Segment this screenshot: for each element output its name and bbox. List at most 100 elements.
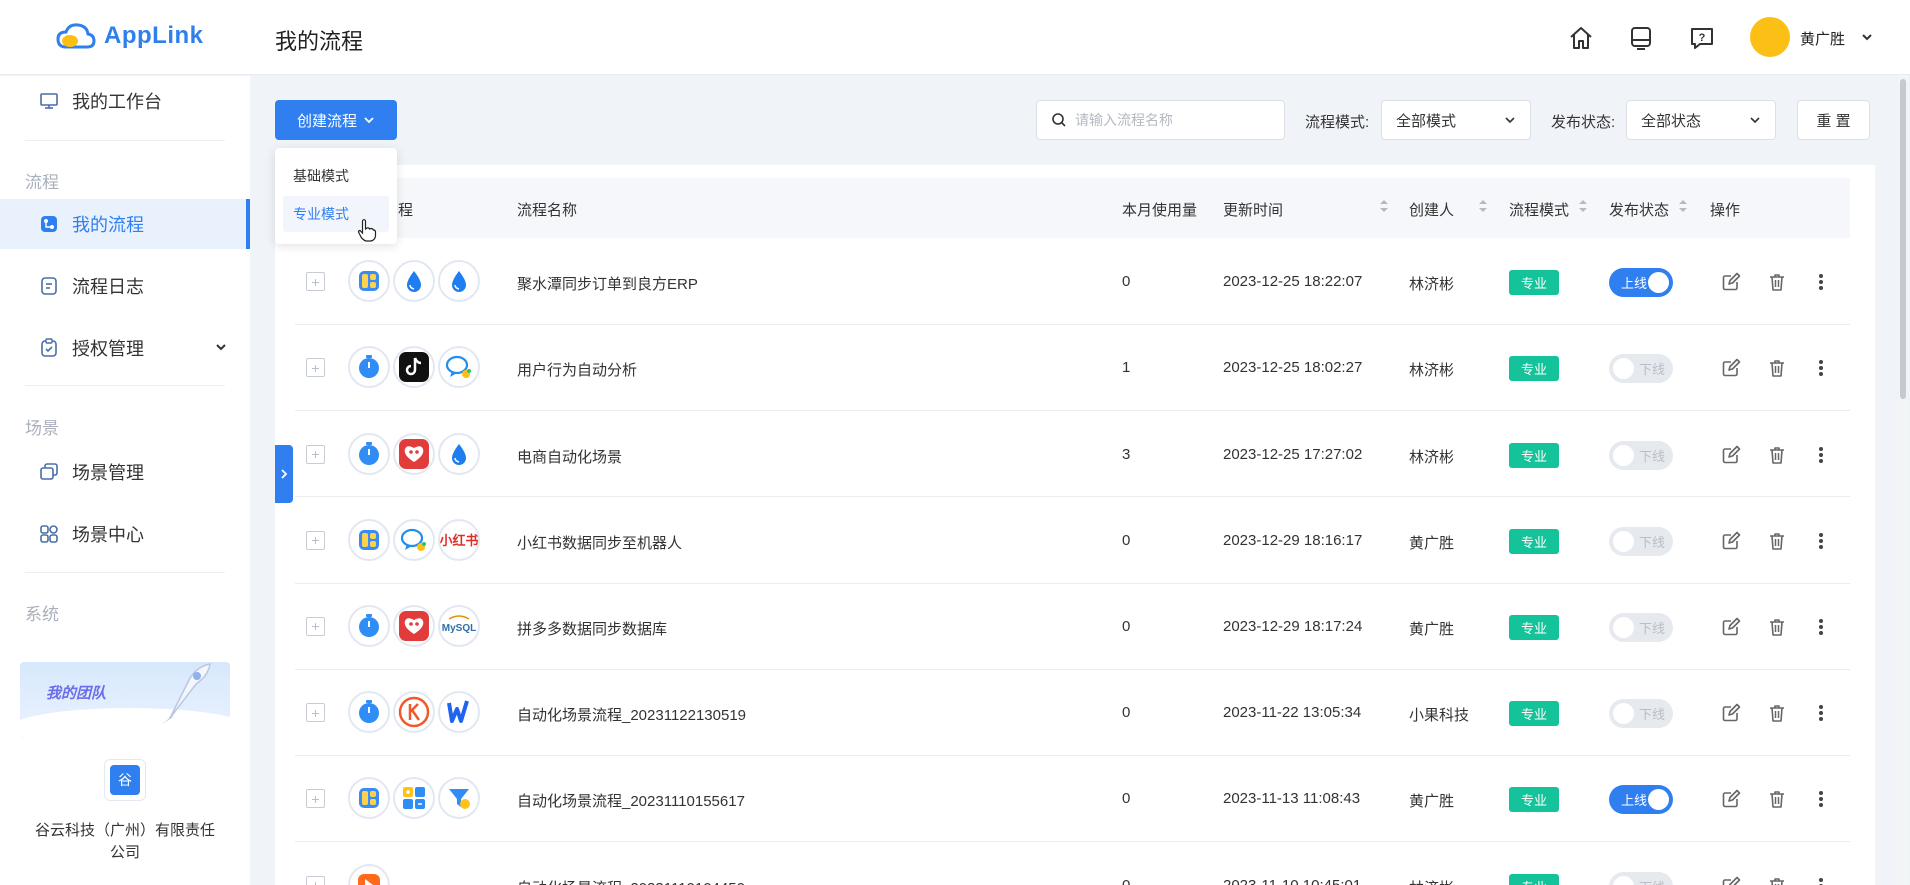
publish-toggle[interactable]: 上线	[1609, 268, 1673, 298]
expand-row-icon[interactable]: +	[306, 358, 325, 378]
sidebar-item-workbench[interactable]: 我的工作台	[0, 76, 250, 126]
delete-icon[interactable]	[1765, 356, 1789, 380]
publish-toggle[interactable]: 下线	[1609, 699, 1673, 729]
delete-icon[interactable]	[1765, 529, 1789, 553]
reset-button[interactable]: 重 置	[1797, 100, 1870, 140]
help-icon[interactable]: ?	[1688, 24, 1716, 52]
more-icon[interactable]	[1809, 874, 1833, 885]
username[interactable]: 黄广胜	[1800, 28, 1845, 49]
expand-row-icon[interactable]: +	[306, 789, 325, 809]
more-icon[interactable]	[1809, 529, 1833, 553]
mode-badge: 专业	[1509, 356, 1559, 382]
publish-toggle[interactable]: 下线	[1609, 526, 1673, 556]
sidebar-item-label: 授权管理	[72, 339, 144, 359]
col-mode-header[interactable]: 流程模式	[1509, 199, 1569, 220]
toggle-label: 下线	[1639, 448, 1666, 464]
applink-logo[interactable]: AppLink	[56, 22, 204, 50]
usage-count: 3	[1122, 445, 1131, 463]
delete-icon[interactable]	[1765, 615, 1789, 639]
expand-row-icon[interactable]: +	[306, 875, 325, 885]
mode-select[interactable]: 全部模式	[1381, 100, 1531, 140]
updated-time: 2023-11-10 10:45:01	[1223, 876, 1362, 885]
status-select[interactable]: 全部状态	[1626, 100, 1776, 140]
sidebar-item-flow-logs[interactable]: 流程日志	[0, 261, 250, 311]
edit-icon[interactable]	[1719, 356, 1743, 380]
search-input[interactable]	[1036, 100, 1285, 140]
sidebar-item-scene-center[interactable]: 场景中心	[0, 509, 250, 559]
home-icon[interactable]	[1567, 24, 1595, 52]
team-card[interactable]: 我的团队	[20, 662, 230, 738]
drop-icon	[438, 260, 480, 303]
publish-toggle[interactable]: 下线	[1609, 612, 1673, 642]
mode-badge: 专业	[1509, 442, 1559, 468]
more-icon[interactable]	[1809, 701, 1833, 725]
edit-icon[interactable]	[1719, 443, 1743, 467]
edit-icon[interactable]	[1719, 615, 1743, 639]
expand-row-icon[interactable]: +	[306, 530, 325, 550]
menu-item-basic-mode[interactable]: 基础模式	[283, 158, 389, 194]
clipboard-check-icon	[38, 337, 60, 359]
sort-icon[interactable]	[1379, 198, 1389, 214]
create-flow-button[interactable]: 创建流程	[275, 100, 397, 140]
expand-row-icon[interactable]: +	[306, 272, 325, 292]
delete-icon[interactable]	[1765, 270, 1789, 294]
flow-name[interactable]: 小红书数据同步至机器人	[517, 532, 682, 553]
flow-name[interactable]: 自动化场景流程_20231110104450	[517, 877, 745, 885]
col-updated-header[interactable]: 更新时间	[1223, 199, 1283, 220]
sidebar-item-label: 场景管理	[72, 463, 144, 483]
edit-icon[interactable]	[1719, 787, 1743, 811]
scrollbar[interactable]	[1898, 75, 1908, 885]
jushuitan-icon	[348, 260, 390, 303]
edit-icon[interactable]	[1719, 701, 1743, 725]
col-creator-header[interactable]: 创建人	[1409, 199, 1454, 220]
tiktok-icon	[393, 346, 435, 389]
more-icon[interactable]	[1809, 356, 1833, 380]
chevron-down-icon[interactable]	[1860, 30, 1874, 49]
delete-icon[interactable]	[1765, 443, 1789, 467]
publish-toggle[interactable]: 下线	[1609, 354, 1673, 384]
creator: 林济彬	[1409, 448, 1455, 466]
collapse-sidebar-button[interactable]	[275, 445, 293, 503]
sidebar-item-my-flows[interactable]: 我的流程	[0, 199, 250, 249]
avatar[interactable]	[1750, 17, 1790, 57]
flow-name[interactable]: 拼多多数据同步数据库	[517, 618, 667, 639]
monitor-icon[interactable]	[1627, 24, 1655, 52]
publish-toggle[interactable]: 下线	[1609, 440, 1673, 470]
sort-icon[interactable]	[1478, 198, 1488, 214]
pinduoduo-icon	[393, 432, 435, 475]
flow-name[interactable]: 自动化场景流程_20231110155617	[517, 790, 745, 811]
delete-icon[interactable]	[1765, 701, 1789, 725]
sidebar-item-auth-mgmt[interactable]: 授权管理	[0, 323, 250, 373]
edit-icon[interactable]	[1719, 270, 1743, 294]
sort-icon[interactable]	[1578, 198, 1588, 214]
publish-toggle[interactable]: 下线	[1609, 871, 1673, 885]
more-icon[interactable]	[1809, 443, 1833, 467]
scrollbar-thumb[interactable]	[1900, 79, 1906, 399]
flow-name[interactable]: 自动化场景流程_20231122130519	[517, 704, 746, 725]
more-icon[interactable]	[1809, 270, 1833, 294]
flow-name[interactable]: 聚水潭同步订单到良方ERP	[517, 273, 698, 294]
delete-icon[interactable]	[1765, 874, 1789, 885]
flow-name[interactable]: 电商自动化场景	[517, 446, 622, 467]
mode-badge: 专业	[1509, 614, 1559, 640]
layers-icon	[38, 461, 60, 483]
rocket-icon	[162, 663, 211, 724]
col-status-header[interactable]: 发布状态	[1609, 199, 1669, 220]
svg-text:小红书: 小红书	[440, 533, 478, 549]
mode-badge: 专业	[1509, 701, 1559, 727]
edit-icon[interactable]	[1719, 874, 1743, 885]
expand-row-icon[interactable]: +	[306, 703, 325, 723]
more-icon[interactable]	[1809, 787, 1833, 811]
sort-icon[interactable]	[1678, 198, 1688, 214]
search-field[interactable]	[1075, 112, 1275, 128]
delete-icon[interactable]	[1765, 787, 1789, 811]
edit-icon[interactable]	[1719, 529, 1743, 553]
expand-row-icon[interactable]: +	[306, 444, 325, 464]
col-ops-header: 操作	[1710, 202, 1741, 219]
expand-row-icon[interactable]: +	[306, 616, 325, 636]
more-icon[interactable]	[1809, 615, 1833, 639]
flow-name[interactable]: 用户行为自动分析	[517, 359, 637, 380]
chat-icon	[438, 346, 480, 389]
sidebar-item-scene-mgmt[interactable]: 场景管理	[0, 447, 250, 497]
publish-toggle[interactable]: 上线	[1609, 785, 1673, 815]
